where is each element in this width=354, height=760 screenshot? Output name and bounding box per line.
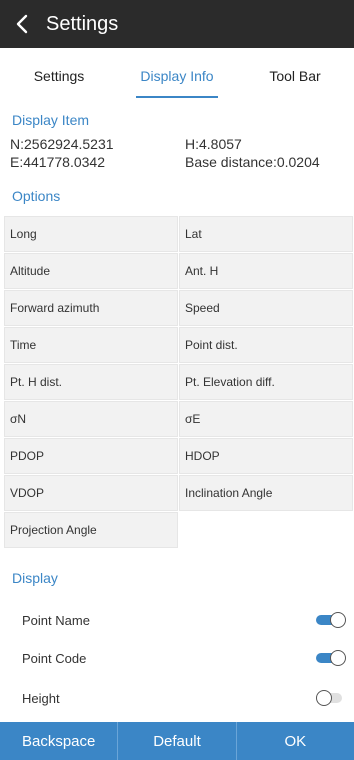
tab-display-info[interactable]: Display Info	[118, 48, 236, 104]
options-grid: Long Lat Altitude Ant. H Forward azimuth…	[4, 216, 354, 549]
option-altitude[interactable]: Altitude	[4, 253, 178, 289]
option-pt-h-dist[interactable]: Pt. H dist.	[4, 364, 178, 400]
display-heading: Display	[12, 570, 58, 586]
option-pdop[interactable]: PDOP	[4, 438, 178, 474]
option-inclination-angle[interactable]: Inclination Angle	[179, 475, 353, 511]
base-distance-value: Base distance:0.0204	[185, 154, 320, 170]
toggle-label: Point Code	[22, 650, 87, 666]
option-hdop[interactable]: HDOP	[179, 438, 353, 474]
option-projection-angle[interactable]: Projection Angle	[4, 512, 178, 548]
display-item-row: E:441778.0342 Base distance:0.0204	[10, 154, 354, 170]
bottom-button-bar: Backspace Default OK	[0, 722, 354, 760]
option-ant-h[interactable]: Ant. H	[179, 253, 353, 289]
ok-button[interactable]: OK	[237, 722, 354, 760]
tab-tool-bar[interactable]: Tool Bar	[236, 48, 354, 104]
option-point-dist[interactable]: Point dist.	[179, 327, 353, 363]
option-lat[interactable]: Lat	[179, 216, 353, 252]
toggle-label: Height	[22, 690, 60, 706]
title-bar: Settings	[0, 0, 354, 48]
option-sigma-n[interactable]: σN	[4, 401, 178, 437]
tab-bar: Settings Display Info Tool Bar	[0, 48, 354, 104]
option-time[interactable]: Time	[4, 327, 178, 363]
app-root: Settings Settings Display Info Tool Bar …	[0, 0, 354, 760]
option-empty-cell	[179, 512, 353, 548]
chevron-left-icon	[16, 14, 28, 34]
tab-settings[interactable]: Settings	[0, 48, 118, 104]
backspace-button[interactable]: Backspace	[0, 722, 119, 760]
toggle-knob	[330, 650, 346, 666]
default-button[interactable]: Default	[118, 722, 237, 760]
toggle-knob	[316, 690, 332, 706]
point-name-toggle[interactable]	[316, 612, 346, 628]
option-sigma-e[interactable]: σE	[179, 401, 353, 437]
height-toggle[interactable]	[316, 690, 346, 706]
display-item-heading: Display Item	[12, 112, 90, 128]
point-code-toggle[interactable]	[316, 650, 346, 666]
height-value: H:4.8057	[185, 136, 242, 152]
option-forward-azimuth[interactable]: Forward azimuth	[4, 290, 178, 326]
option-vdop[interactable]: VDOP	[4, 475, 178, 511]
option-long[interactable]: Long	[4, 216, 178, 252]
page-title: Settings	[46, 12, 119, 35]
option-speed[interactable]: Speed	[179, 290, 353, 326]
toggle-knob	[330, 612, 346, 628]
options-heading: Options	[12, 188, 61, 204]
toggle-label: Point Name	[22, 612, 90, 628]
toggle-row-point-name: Point Name	[0, 602, 354, 638]
easting-value: E:441778.0342	[10, 154, 105, 170]
northing-value: N:2562924.5231	[10, 136, 114, 152]
option-pt-elevation-diff[interactable]: Pt. Elevation diff.	[179, 364, 353, 400]
back-button[interactable]	[0, 0, 44, 48]
toggle-row-height: Height	[0, 680, 354, 716]
toggle-row-point-code: Point Code	[0, 640, 354, 676]
display-item-row: N:2562924.5231 H:4.8057	[10, 136, 354, 152]
